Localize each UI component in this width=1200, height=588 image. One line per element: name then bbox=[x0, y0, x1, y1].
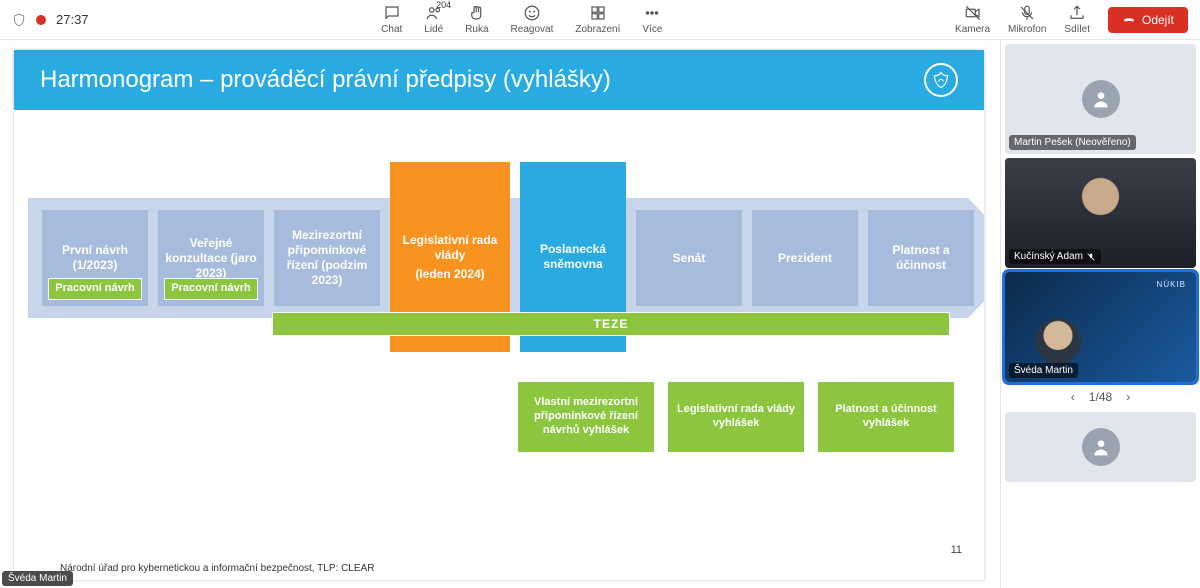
participant-name: Martin Pešek (Neověřeno) bbox=[1009, 135, 1136, 150]
topbar-right-controls: Kamera Mikrofon Sdílet Odejít bbox=[955, 4, 1188, 35]
more-icon bbox=[643, 4, 661, 22]
raise-hand-button[interactable]: Ruka bbox=[465, 4, 488, 35]
timeline-box: První návrh (1/2023) Pracovní návrh bbox=[42, 210, 148, 306]
main-area: Harmonogram – prováděcí právní předpisy … bbox=[0, 40, 1200, 588]
mic-label: Mikrofon bbox=[1008, 24, 1046, 35]
timeline-box: Platnost a účinnost bbox=[868, 210, 974, 306]
participants-panel: Martin Pešek (Neověřeno) Kučínský Adam N… bbox=[1000, 40, 1200, 588]
grid-icon bbox=[589, 4, 607, 22]
timeline-box: Mezirezortní připomínkové řízení (podzim… bbox=[274, 210, 380, 306]
camera-button[interactable]: Kamera bbox=[955, 4, 990, 35]
slide-header: Harmonogram – prováděcí právní předpisy … bbox=[14, 50, 984, 110]
box-subtag: Pracovní návrh bbox=[48, 278, 142, 300]
timeline-box: Prezident bbox=[752, 210, 858, 306]
avatar-icon bbox=[1082, 80, 1120, 118]
chat-icon bbox=[383, 4, 401, 22]
share-label: Sdílet bbox=[1064, 24, 1090, 35]
topbar-left: 27:37 bbox=[12, 12, 89, 27]
smile-icon bbox=[523, 4, 541, 22]
bottom-box: Legislativní rada vlády vyhlášek bbox=[668, 382, 804, 452]
camera-off-icon bbox=[964, 4, 982, 22]
slide-title: Harmonogram – prováděcí právní předpisy … bbox=[40, 66, 611, 94]
timeline-box: Senát bbox=[636, 210, 742, 306]
share-button[interactable]: Sdílet bbox=[1064, 4, 1090, 35]
react-label: Reagovat bbox=[511, 24, 554, 35]
box-label: Veřejné konzultace (jaro 2023) bbox=[164, 236, 258, 281]
meeting-topbar: 27:37 Chat 204 Lidé Ruka Reagovat Zobraz… bbox=[0, 0, 1200, 40]
slide-footer: Národní úřad pro kybernetickou a informa… bbox=[60, 563, 374, 574]
people-count: 204 bbox=[436, 0, 451, 10]
participant-tile[interactable] bbox=[1005, 412, 1196, 482]
shared-screen: Harmonogram – prováděcí právní předpisy … bbox=[0, 40, 1000, 588]
participant-tile[interactable]: Martin Pešek (Neověřeno) bbox=[1005, 44, 1196, 154]
topbar-center-controls: Chat 204 Lidé Ruka Reagovat Zobrazení Ví… bbox=[97, 4, 947, 35]
avatar-icon bbox=[1082, 428, 1120, 466]
people-button[interactable]: 204 Lidé bbox=[424, 4, 443, 35]
box-subtag: Pracovní návrh bbox=[164, 278, 258, 300]
hand-icon bbox=[468, 4, 486, 22]
bottom-box: Platnost a účinnost vyhlášek bbox=[818, 382, 954, 452]
view-label: Zobrazení bbox=[575, 24, 620, 35]
react-button[interactable]: Reagovat bbox=[511, 4, 554, 35]
people-label: Lidé bbox=[424, 24, 443, 35]
participant-pager: ‹ 1/48 › bbox=[1005, 386, 1196, 408]
teze-bar: TEZE bbox=[272, 312, 950, 336]
box-subline: (leden 2024) bbox=[415, 267, 484, 282]
participant-tile-active[interactable]: NÚKIB Švéda Martin bbox=[1005, 272, 1196, 382]
mic-button[interactable]: Mikrofon bbox=[1008, 4, 1046, 35]
pager-status: 1/48 bbox=[1089, 390, 1112, 404]
chat-button[interactable]: Chat bbox=[381, 4, 402, 35]
pager-next-button[interactable]: › bbox=[1126, 390, 1130, 404]
pager-prev-button[interactable]: ‹ bbox=[1071, 390, 1075, 404]
more-label: Více bbox=[642, 24, 662, 35]
presentation-slide: Harmonogram – prováděcí právní předpisy … bbox=[14, 50, 984, 580]
box-label: Prezident bbox=[778, 251, 832, 266]
brand-label: NÚKIB bbox=[1157, 280, 1186, 289]
emblem-icon bbox=[924, 63, 958, 97]
bottom-box: Vlastní mezirezortní připomínkové řízení… bbox=[518, 382, 654, 452]
more-button[interactable]: Více bbox=[642, 4, 662, 35]
timeline-box: Veřejné konzultace (jaro 2023) Pracovní … bbox=[158, 210, 264, 306]
camera-label: Kamera bbox=[955, 24, 990, 35]
box-label: Legislativní rada vlády bbox=[396, 233, 504, 263]
leave-label: Odejít bbox=[1142, 13, 1174, 27]
share-icon bbox=[1068, 4, 1086, 22]
box-label: Senát bbox=[673, 251, 706, 266]
box-label: Poslanecká sněmovna bbox=[526, 242, 620, 272]
hand-label: Ruka bbox=[465, 24, 488, 35]
participant-tile[interactable]: Kučínský Adam bbox=[1005, 158, 1196, 268]
view-button[interactable]: Zobrazení bbox=[575, 4, 620, 35]
chat-label: Chat bbox=[381, 24, 402, 35]
box-label: Mezirezortní připomínkové řízení (podzim… bbox=[280, 228, 374, 288]
participant-video bbox=[1035, 318, 1081, 364]
record-timer: 27:37 bbox=[56, 12, 89, 27]
mic-off-icon bbox=[1018, 4, 1036, 22]
leave-button[interactable]: Odejít bbox=[1108, 7, 1188, 33]
presenter-name-tag: Švéda Martin bbox=[2, 571, 73, 586]
box-label: Platnost a účinnost bbox=[874, 243, 968, 273]
timeline-diagram: První návrh (1/2023) Pracovní návrh Veře… bbox=[14, 160, 984, 480]
bottom-boxes: Vlastní mezirezortní připomínkové řízení… bbox=[518, 382, 954, 452]
shield-icon bbox=[12, 13, 26, 27]
record-indicator-icon bbox=[36, 15, 46, 25]
participant-name: Švéda Martin bbox=[1009, 363, 1078, 378]
participant-name: Kučínský Adam bbox=[1009, 249, 1101, 264]
leave-icon bbox=[1122, 13, 1136, 27]
slide-page-number: 11 bbox=[951, 544, 962, 556]
mic-muted-icon bbox=[1086, 252, 1096, 262]
box-label: První návrh (1/2023) bbox=[48, 243, 142, 273]
